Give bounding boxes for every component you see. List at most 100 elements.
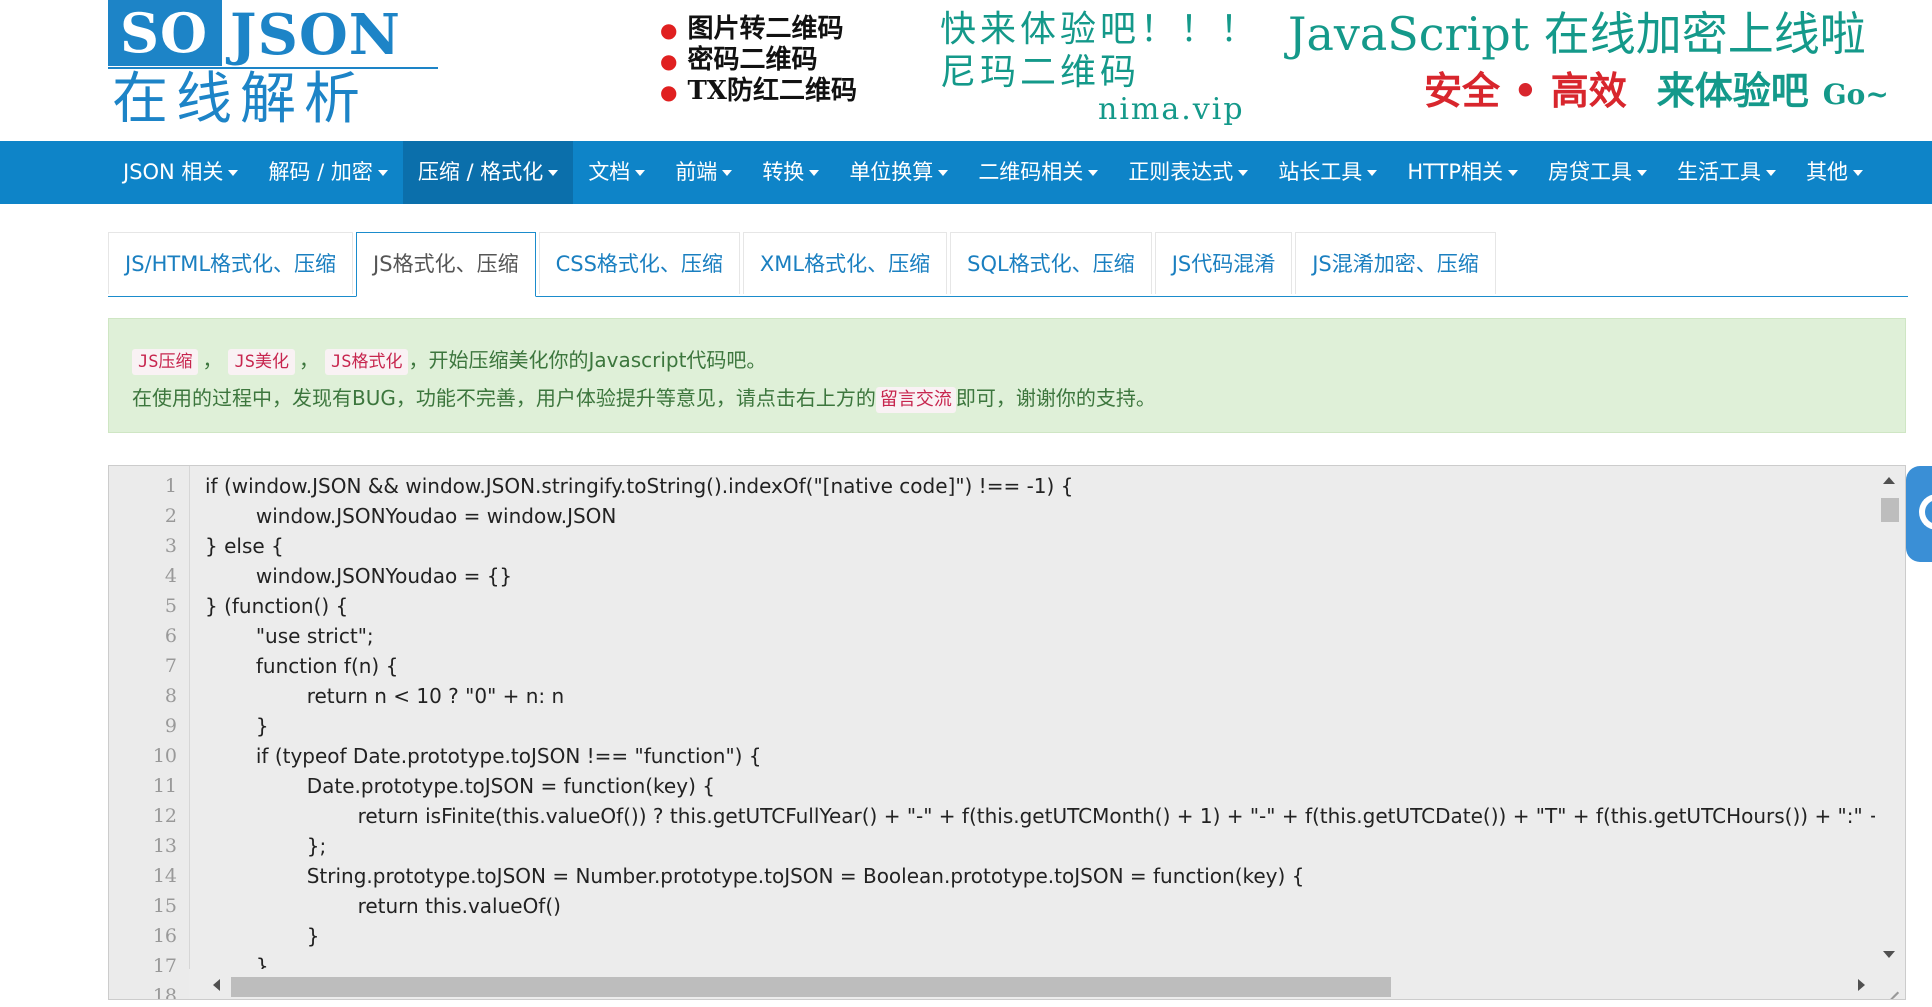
bullet-icon: ●	[660, 80, 678, 104]
code-line: window.JSONYoudao = window.JSON	[205, 504, 617, 528]
caret-down-icon	[1508, 169, 1519, 176]
scroll-down-arrow-icon[interactable]	[1883, 951, 1895, 958]
vertical-scroll-thumb[interactable]	[1881, 498, 1899, 522]
code-text-area[interactable]: if (window.JSON && window.JSON.stringify…	[205, 466, 1875, 971]
code-editor[interactable]: 1 2 3 4 5 6 7 8 9 10 11 12 13 14 15 16 1…	[108, 465, 1906, 1000]
side-float-widget[interactable]	[1906, 466, 1932, 562]
keyword-tag: JS格式化	[324, 348, 409, 375]
nav-item-frontend[interactable]: 前端	[660, 141, 747, 204]
qr-ad-item-label: 密码二维码	[687, 45, 818, 75]
bullet-icon: ●	[660, 49, 678, 73]
code-line: return n < 10 ? "0" + n: n	[205, 684, 565, 708]
nima-ad-line1: 快来体验吧！！！	[940, 9, 1261, 50]
code-line: return isFinite(this.valueOf()) ? this.g…	[205, 804, 1875, 828]
nav-item-label: 转换	[762, 160, 805, 184]
line-number: 15	[152, 895, 177, 917]
js-encrypt-ad-title: JavaScript 在线加密上线啦	[1288, 7, 1866, 61]
nav-item-decode-encrypt[interactable]: 解码 / 加密	[253, 141, 402, 204]
logo-so-text: SO	[108, 0, 223, 66]
line-number: 16	[152, 925, 177, 947]
line-number: 7	[164, 655, 177, 677]
slogan-red: 安全 • 高效	[1424, 68, 1627, 113]
line-number: 11	[152, 775, 177, 797]
nav-item-label: 正则表达式	[1128, 160, 1234, 184]
tab-xml-format[interactable]: XML格式化、压缩	[742, 232, 948, 294]
tab-js-obfuscate[interactable]: JS代码混淆	[1154, 232, 1293, 294]
caret-down-icon	[1766, 169, 1777, 176]
nav-item-label: 其他	[1806, 160, 1849, 184]
line-number: 17	[152, 955, 177, 977]
alert-text: 在使用的过程中，发现有BUG，功能不完善，用户体验提升等意见，请点击右上方的	[132, 386, 876, 410]
nav-item-other[interactable]: 其他	[1791, 141, 1878, 204]
tab-sql-format[interactable]: SQL格式化、压缩	[950, 232, 1152, 294]
caret-down-icon	[809, 169, 820, 176]
code-line: };	[205, 834, 327, 858]
horizontal-scroll-thumb[interactable]	[231, 977, 1391, 997]
code-line: if (window.JSON && window.JSON.stringify…	[205, 474, 1074, 498]
alert-text: ，开始压缩美化你的Javascript代码吧。	[408, 348, 767, 372]
nav-item-unit-convert[interactable]: 单位换算	[834, 141, 963, 204]
nav-item-http[interactable]: HTTP相关	[1392, 141, 1533, 204]
line-number: 1	[164, 475, 177, 497]
code-line: function f(n) {	[205, 654, 399, 678]
qr-ad-banner[interactable]: ● 图片转二维码 ● 密码二维码 ● TX防红二维码	[660, 14, 920, 107]
vertical-scrollbar[interactable]	[1875, 466, 1905, 971]
nav-item-label: 压缩 / 格式化	[417, 160, 544, 184]
nav-item-label: 解码 / 加密	[268, 160, 373, 184]
nav-item-mortgage[interactable]: 房贷工具	[1533, 141, 1662, 204]
main-navbar: JSON 相关 解码 / 加密 压缩 / 格式化 文档 前端 转换 单位换算 二…	[0, 141, 1932, 204]
resize-handle-icon[interactable]	[1875, 969, 1905, 999]
line-number: 8	[164, 685, 177, 707]
keyword-tag: JS压缩	[132, 348, 199, 375]
caret-down-icon	[1367, 169, 1378, 176]
caret-down-icon	[228, 169, 239, 176]
nav-menu: JSON 相关 解码 / 加密 压缩 / 格式化 文档 前端 转换 单位换算 二…	[108, 141, 1878, 204]
separator: ，	[298, 348, 319, 372]
tab-css-format[interactable]: CSS格式化、压缩	[538, 232, 740, 294]
slogan-go: Go~	[1822, 78, 1889, 111]
nav-item-regex[interactable]: 正则表达式	[1113, 141, 1263, 204]
separator: ，	[202, 348, 223, 372]
code-line: } else {	[205, 534, 284, 558]
nav-item-label: HTTP相关	[1407, 160, 1504, 184]
nav-item-docs[interactable]: 文档	[573, 141, 660, 204]
scroll-right-arrow-icon[interactable]	[1858, 979, 1865, 991]
nima-ad-banner[interactable]: 快来体验吧！！！ 尼玛二维码 nima.vip	[940, 8, 1270, 127]
nav-item-label: 前端	[675, 160, 718, 184]
nav-item-label: 生活工具	[1677, 160, 1762, 184]
line-number: 14	[152, 865, 177, 887]
keyword-tag: JS美化	[228, 348, 295, 375]
line-number: 3	[164, 535, 177, 557]
js-encrypt-ad-banner[interactable]: JavaScript 在线加密上线啦 安全 • 高效 来体验吧 Go~	[1288, 6, 1928, 118]
nima-ad-line2: 尼玛二维码	[940, 52, 1141, 93]
tab-js-html-format[interactable]: JS/HTML格式化、压缩	[108, 232, 354, 294]
tab-js-format[interactable]: JS格式化、压缩	[356, 232, 536, 297]
nav-item-compress-format[interactable]: 压缩 / 格式化	[402, 141, 574, 204]
caret-down-icon	[938, 169, 949, 176]
nav-item-json[interactable]: JSON 相关	[108, 141, 253, 204]
nav-item-qrcode[interactable]: 二维码相关	[963, 141, 1113, 204]
logo-subtitle: 在线解析	[112, 67, 368, 132]
nav-item-life-tools[interactable]: 生活工具	[1662, 141, 1791, 204]
caret-down-icon	[1238, 169, 1249, 176]
line-number: 18	[152, 985, 177, 1000]
qr-ad-item: ● TX防红二维码	[660, 76, 920, 107]
line-number: 10	[152, 745, 177, 767]
slogan-green: 来体验吧	[1656, 68, 1809, 113]
info-alert: JS压缩， JS美化， JS格式化 ，开始压缩美化你的Javascript代码吧。 在…	[108, 318, 1906, 433]
alert-line-1: JS压缩， JS美化， JS格式化 ，开始压缩美化你的Javascript代码吧。	[132, 341, 1882, 379]
nav-item-webmaster[interactable]: 站长工具	[1263, 141, 1392, 204]
caret-down-icon	[1853, 169, 1864, 176]
scroll-left-arrow-icon[interactable]	[213, 979, 220, 991]
scroll-up-arrow-icon[interactable]	[1883, 477, 1895, 484]
horizontal-scrollbar[interactable]	[189, 969, 1877, 999]
nav-item-label: 单位换算	[849, 160, 934, 184]
site-logo[interactable]: SO JSON 在线解析	[108, 0, 438, 136]
tab-js-encrypt[interactable]: JS混淆加密、压缩	[1295, 232, 1496, 294]
line-number: 12	[152, 805, 177, 827]
js-encrypt-ad-slogan: 安全 • 高效 来体验吧 Go~	[1288, 68, 1928, 118]
nav-item-convert[interactable]: 转换	[747, 141, 834, 204]
qr-ad-item-label: 图片转二维码	[687, 14, 844, 44]
nav-item-label: 文档	[588, 160, 631, 184]
feedback-link[interactable]: 留言交流	[875, 387, 956, 413]
